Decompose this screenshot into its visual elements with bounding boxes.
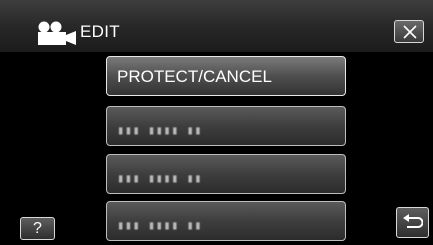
page-title: EDIT xyxy=(80,22,120,41)
menu-item-4[interactable]: ▮▮▮ ▮▮▮▮ ▮▮ xyxy=(106,201,346,241)
return-arrow-icon xyxy=(403,214,423,228)
menu-item-protect-cancel[interactable]: PROTECT/CANCEL xyxy=(106,56,346,96)
menu-item-label: PROTECT/CANCEL xyxy=(117,67,272,86)
close-icon xyxy=(403,25,417,39)
menu-item-label: ▮▮▮ ▮▮▮▮ ▮▮ xyxy=(117,218,202,232)
return-button[interactable] xyxy=(396,207,429,238)
header-bar: EDIT xyxy=(0,0,433,52)
video-camera-icon xyxy=(38,21,76,45)
help-icon: ? xyxy=(33,220,42,237)
menu-item-label: ▮▮▮ ▮▮▮▮ ▮▮ xyxy=(117,123,202,137)
menu-item-label: ▮▮▮ ▮▮▮▮ ▮▮ xyxy=(117,171,202,185)
menu-item-2[interactable]: ▮▮▮ ▮▮▮▮ ▮▮ xyxy=(106,106,346,146)
edit-menu-screen: EDIT PROTECT/CANCEL ▮▮▮ ▮▮▮▮ ▮▮ ▮▮▮ ▮▮▮▮… xyxy=(0,0,433,245)
close-button[interactable] xyxy=(394,20,424,43)
menu-item-3[interactable]: ▮▮▮ ▮▮▮▮ ▮▮ xyxy=(106,154,346,194)
help-button[interactable]: ? xyxy=(20,217,55,240)
